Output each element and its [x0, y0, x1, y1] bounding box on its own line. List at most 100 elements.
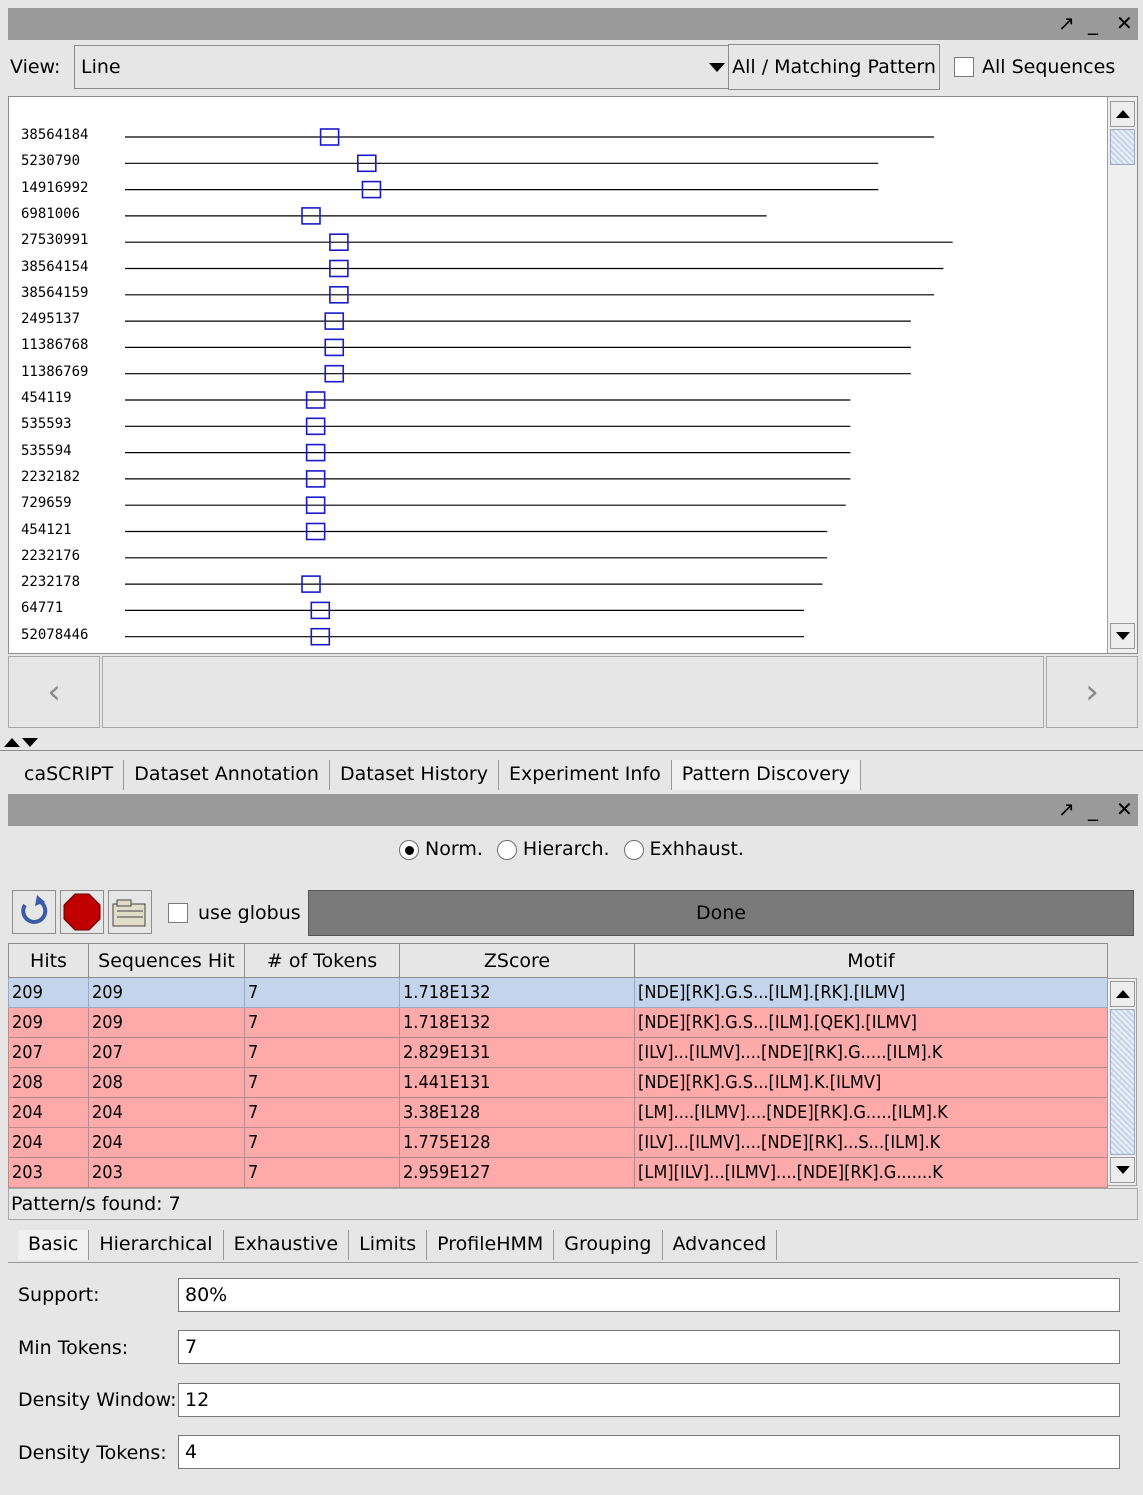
- viewer-toolbar: View: Line All / Matching Pattern All Se…: [8, 40, 1138, 96]
- hits-cell: 204: [8, 1097, 89, 1128]
- min-tokens-field[interactable]: 7: [178, 1330, 1120, 1364]
- tab-cascript[interactable]: caSCRIPT: [14, 760, 125, 790]
- radio-icon[interactable]: [496, 839, 517, 860]
- column-header-hits[interactable]: Hits: [8, 943, 89, 978]
- table-vertical-scrollbar[interactable]: [1107, 978, 1137, 1186]
- run-button[interactable]: [12, 890, 56, 934]
- radio-icon[interactable]: [623, 839, 644, 860]
- maximize-icon[interactable]: ↗: [1058, 798, 1075, 820]
- tokens-cell: 7: [244, 1007, 400, 1038]
- motif-cell: [ILV]...[ILMV]....[NDE][RK].G.....[ILM].…: [634, 1037, 1108, 1068]
- all-matching-pattern-label: All / Matching Pattern: [732, 56, 936, 78]
- tokens-cell: 7: [244, 1157, 400, 1188]
- support-value: 80%: [185, 1284, 228, 1306]
- arrow-down-icon: [1115, 1166, 1130, 1174]
- chevron-right-icon: ›: [1085, 672, 1099, 712]
- column-header-zscore[interactable]: ZScore: [399, 943, 635, 978]
- use-globus-checkbox[interactable]: [168, 903, 188, 923]
- scrollbar-thumb[interactable]: [1110, 1009, 1135, 1155]
- zscore-cell: 1.775E128: [399, 1127, 635, 1158]
- sequences-hit-cell: 204: [88, 1127, 245, 1158]
- support-field[interactable]: 80%: [178, 1278, 1120, 1312]
- folder-icon: [112, 899, 146, 927]
- tab-advanced[interactable]: Advanced: [663, 1230, 778, 1260]
- hits-cell: 209: [8, 1007, 89, 1038]
- refresh-icon: [21, 895, 48, 924]
- progress-status: Done: [696, 902, 746, 924]
- motif-cell: [NDE][RK].G.S...[ILM].[QEK].[ILMV]: [634, 1007, 1108, 1038]
- table-row[interactable]: 209 209 7 1.718E132 [NDE][RK].G.S...[ILM].[R…: [8, 977, 1108, 1008]
- mode-exhaust[interactable]: Exhhaust.: [623, 838, 744, 860]
- tab-hierarchical[interactable]: Hierarchical: [89, 1230, 224, 1260]
- table-row[interactable]: 204 204 7 3.38E128 [LM]....[ILMV]....[NDE][R…: [8, 1097, 1108, 1128]
- tokens-cell: 7: [244, 977, 400, 1008]
- density-window-label: Density Window:: [18, 1389, 177, 1411]
- support-label: Support:: [18, 1284, 100, 1306]
- tab-exhaustive[interactable]: Exhaustive: [224, 1230, 350, 1260]
- table-body: 209 209 7 1.718E132 [NDE][RK].G.S...[ILM].[R…: [8, 977, 1108, 1188]
- motif-cell: [LM]....[ILMV]....[NDE][RK].G.....[ILM].…: [634, 1097, 1108, 1128]
- tab-basic[interactable]: Basic: [18, 1230, 90, 1260]
- column-header-sequences-hit[interactable]: Sequences Hit: [88, 943, 245, 978]
- density-tokens-field[interactable]: 4: [178, 1435, 1120, 1469]
- view-select[interactable]: Line: [74, 45, 734, 89]
- density-tokens-value: 4: [185, 1441, 198, 1463]
- tab-profilehmm[interactable]: ProfileHMM: [427, 1230, 555, 1260]
- zscore-cell: 1.718E132: [399, 977, 635, 1008]
- sequence-line-view: 38564184 5230790 14916992 6981006 27530991 38…: [8, 96, 1138, 654]
- arrow-up-icon: [1115, 110, 1130, 118]
- minimize-icon[interactable]: _: [1088, 12, 1098, 34]
- table-row[interactable]: 208 208 7 1.441E131 [NDE][RK].G.S...[ILM].K.…: [8, 1067, 1108, 1098]
- minimize-icon[interactable]: _: [1088, 798, 1098, 820]
- patterns-found-text: Pattern/s found: 7: [11, 1193, 181, 1215]
- sequence-lines: [125, 128, 953, 646]
- tab-limits[interactable]: Limits: [349, 1230, 428, 1260]
- tokens-cell: 7: [244, 1067, 400, 1098]
- previous-button[interactable]: ‹: [8, 656, 100, 728]
- status-bar: Pattern/s found: 7: [8, 1188, 1138, 1220]
- close-icon[interactable]: ✕: [1116, 798, 1133, 820]
- component-tabs: caSCRIPT Dataset Annotation Dataset Hist…: [14, 760, 862, 790]
- motif-cell: [NDE][RK].G.S...[ILM].K.[ILMV]: [634, 1067, 1108, 1098]
- tab-pattern-discovery[interactable]: Pattern Discovery: [671, 760, 862, 790]
- maximize-icon[interactable]: ↗: [1058, 12, 1075, 34]
- density-window-field[interactable]: 12: [178, 1383, 1120, 1417]
- density-window-value: 12: [185, 1389, 210, 1411]
- motif-cell: [LM][ILV]...[ILMV]....[NDE][RK].G.......…: [634, 1157, 1108, 1188]
- table-header: Hits Sequences Hit # of Tokens ZScore Mo…: [8, 943, 1108, 978]
- sequences-hit-cell: 209: [88, 977, 245, 1008]
- scroll-up-button[interactable]: [1110, 101, 1135, 127]
- radio-selected-icon[interactable]: [399, 839, 420, 860]
- all-sequences-checkbox[interactable]: [954, 57, 974, 77]
- next-button[interactable]: ›: [1046, 656, 1138, 728]
- mode-hierarch[interactable]: Hierarch.: [496, 838, 610, 860]
- tab-grouping[interactable]: Grouping: [554, 1230, 663, 1260]
- zscore-cell: 1.718E132: [399, 1007, 635, 1038]
- use-globus-label: use globus: [198, 902, 301, 924]
- all-matching-pattern-button[interactable]: All / Matching Pattern: [728, 44, 940, 90]
- hits-cell: 207: [8, 1037, 89, 1068]
- tab-experiment-info[interactable]: Experiment Info: [499, 760, 672, 790]
- scrollbar-thumb[interactable]: [1110, 129, 1135, 165]
- table-row[interactable]: 203 203 7 2.959E127 [LM][ILV]...[ILMV]....[N…: [8, 1157, 1108, 1188]
- vertical-scrollbar[interactable]: [1107, 97, 1137, 653]
- hits-cell: 203: [8, 1157, 89, 1188]
- collapse-up-icon[interactable]: [4, 738, 20, 747]
- scroll-down-button[interactable]: [1110, 623, 1135, 649]
- open-folder-button[interactable]: [108, 890, 152, 934]
- collapse-down-icon[interactable]: [22, 738, 38, 747]
- scroll-down-button[interactable]: [1110, 1157, 1135, 1183]
- tab-dataset-annotation[interactable]: Dataset Annotation: [124, 760, 330, 790]
- table-row[interactable]: 204 204 7 1.775E128 [ILV]...[ILMV]....[NDE][…: [8, 1127, 1108, 1158]
- scroll-up-button[interactable]: [1110, 981, 1135, 1007]
- column-header-tokens[interactable]: # of Tokens: [244, 943, 400, 978]
- close-icon[interactable]: ✕: [1116, 12, 1133, 34]
- discovery-toolbar: use globus Done: [8, 886, 1138, 940]
- motif-cell: [ILV]...[ILMV]....[NDE][RK]...S...[ILM].…: [634, 1127, 1108, 1158]
- table-row[interactable]: 209 209 7 1.718E132 [NDE][RK].G.S...[ILM].[Q…: [8, 1007, 1108, 1038]
- stop-button[interactable]: [60, 890, 104, 934]
- table-row[interactable]: 207 207 7 2.829E131 [ILV]...[ILMV]....[NDE][…: [8, 1037, 1108, 1068]
- column-header-motif[interactable]: Motif: [634, 943, 1108, 978]
- mode-norm[interactable]: Norm.: [399, 838, 483, 860]
- tab-dataset-history[interactable]: Dataset History: [330, 760, 499, 790]
